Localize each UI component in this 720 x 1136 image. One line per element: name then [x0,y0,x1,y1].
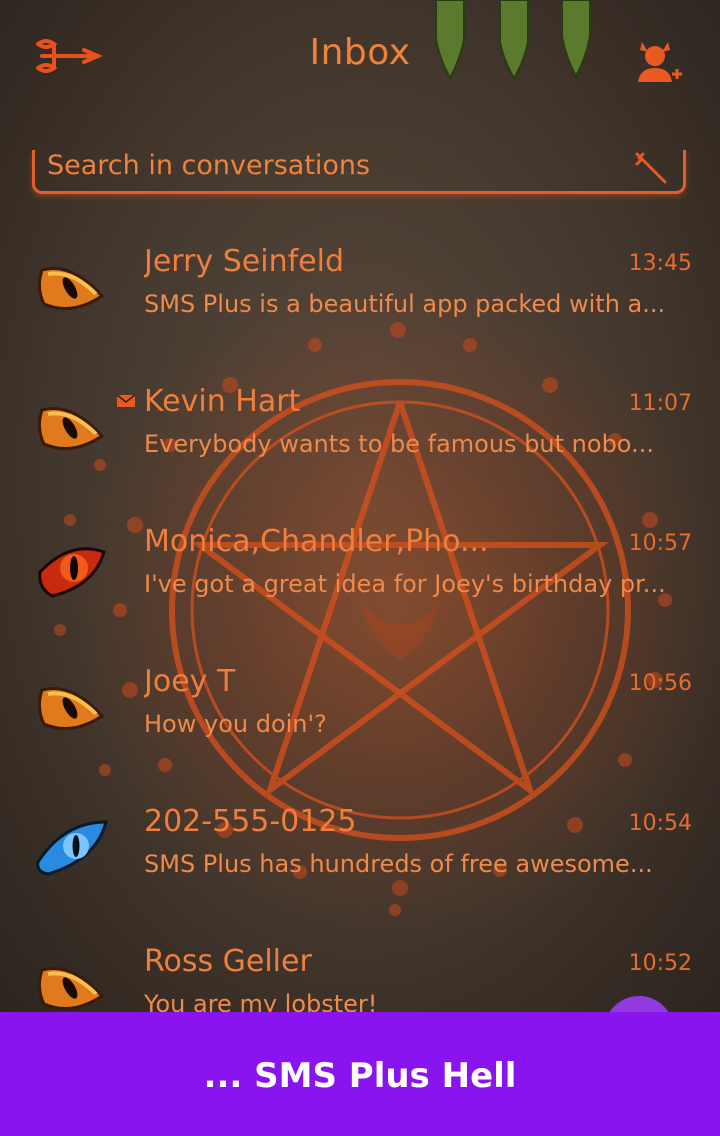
message-time: 10:56 [628,671,692,696]
orange-eye-icon [37,967,105,1010]
unread-envelope-icon [116,394,136,407]
banner-text: ... SMS Plus Hell [203,1056,517,1096]
red-eye-icon [38,547,106,598]
search-bar[interactable]: Search in conversations [32,150,686,194]
message-time: 10:54 [628,811,692,836]
contact-name: Jerry Seinfeld [144,244,344,279]
contact-name: 202-555-0125 [144,804,357,839]
message-preview: SMS Plus is a beautiful app packed with … [144,290,666,318]
orange-eye-icon [37,407,105,450]
message-preview: Everybody wants to be famous but nobo... [144,430,654,458]
message-time: 10:52 [628,951,692,976]
conversation-row[interactable]: Kevin Hart 11:07 Everybody wants to be f… [0,382,720,522]
message-time: 10:57 [628,531,692,556]
orange-eye-icon [37,687,105,730]
contact-name: Kevin Hart [144,384,301,419]
app-header: Inbox [0,0,720,120]
promo-banner: ... SMS Plus Hell [0,1012,720,1136]
conversation-row[interactable]: 202-555-0125 10:54 SMS Plus has hundreds… [0,802,720,942]
conversation-row[interactable]: Ross Geller 10:52 You are my lobster! [0,942,720,1012]
claws-decoration-icon [435,0,591,80]
conversation-row[interactable]: Monica,Chandler,Pho... 10:57 I've got a … [0,522,720,662]
pitchfork-search-icon[interactable] [633,150,669,184]
message-time: 13:45 [628,251,692,276]
page-title: Inbox [309,32,411,73]
add-contact-icon[interactable] [632,34,682,84]
blue-eye-icon [36,820,108,876]
message-preview: SMS Plus has hundreds of free awesome... [144,850,653,878]
orange-eye-icon [37,267,105,310]
conversation-row[interactable]: Jerry Seinfeld 13:45 SMS Plus is a beaut… [0,242,720,382]
message-time: 11:07 [628,391,692,416]
inbox-screen: Inbox Search in conversations Jerry Sein… [0,0,720,1012]
message-preview: I've got a great idea for Joey's birthda… [144,570,666,598]
contact-name: Joey T [144,664,236,699]
contact-name: Ross Geller [144,944,312,979]
message-preview: How you doin'? [144,710,327,738]
search-input[interactable]: Search in conversations [47,150,370,182]
conversation-row[interactable]: Joey T 10:56 How you doin'? [0,662,720,802]
contact-name: Monica,Chandler,Pho... [144,524,489,559]
